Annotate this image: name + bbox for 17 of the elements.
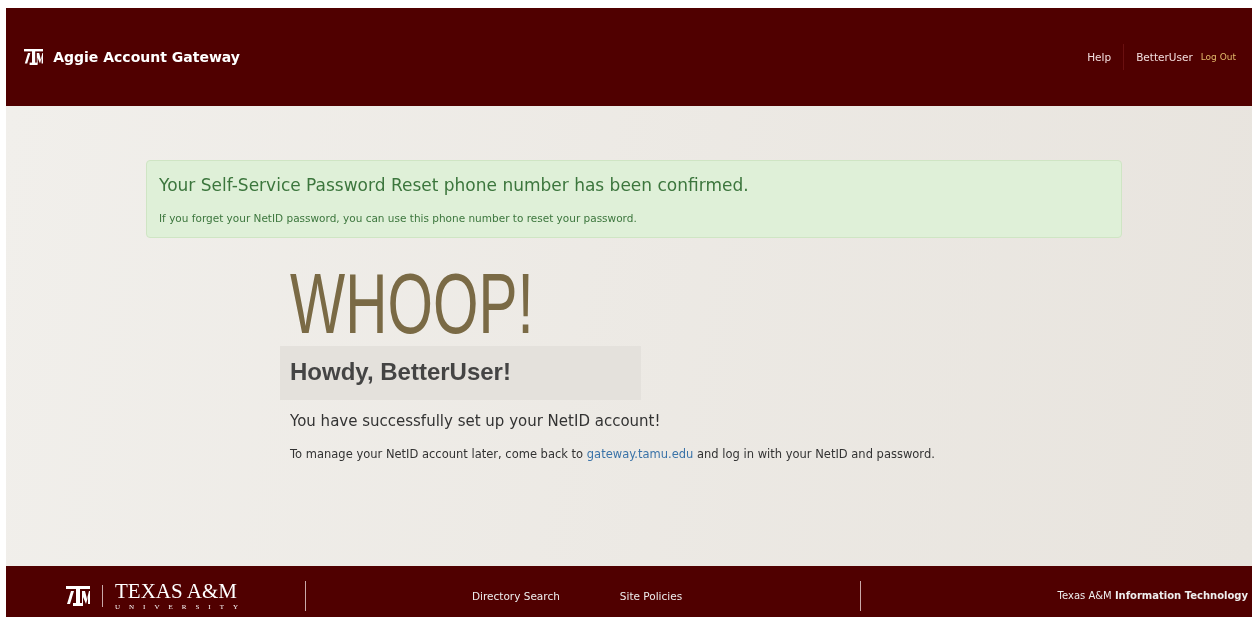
headline: WHOOP! — [290, 262, 534, 344]
alert-title: Your Self-Service Password Reset phone number has been confirmed. — [159, 175, 750, 195]
instructions-text: To manage your NetID account later, come back to gateway.tamu.edu and log in with your NetID and password. — [290, 447, 936, 461]
success-message: You have successfully set up your NetID account! — [290, 412, 662, 430]
footer-link[interactable]: Directory Search — [472, 589, 560, 602]
university-wordmark: TEXAS A&M — [115, 580, 238, 602]
greeting: Howdy, BetterUser! — [280, 346, 641, 400]
user-name[interactable]: BetterUser — [1136, 51, 1193, 63]
site-title[interactable]: Aggie Account Gateway — [53, 49, 1088, 65]
logout-link[interactable]: Log Out — [1200, 52, 1236, 62]
footer-credit[interactable]: Texas A&M Information Technology — [1057, 590, 1248, 601]
logo-icon — [66, 585, 90, 606]
logo-icon — [24, 49, 44, 65]
footer-link[interactable]: Site Policies — [619, 589, 683, 602]
gateway-link[interactable]: gateway.tamu.edu — [586, 447, 694, 461]
help-link[interactable]: Help — [1087, 51, 1112, 63]
alert-message: If you forget your NetID password, you can use this phone number to reset your password. — [159, 212, 638, 224]
